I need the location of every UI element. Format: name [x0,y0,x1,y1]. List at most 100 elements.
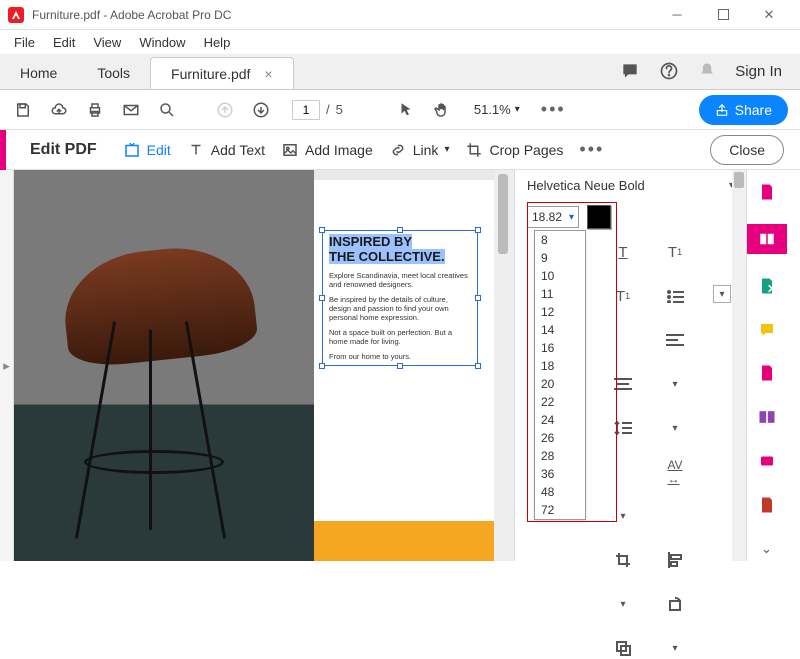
resize-handle[interactable] [319,295,325,301]
tab-document[interactable]: Furniture.pdf × [150,57,294,89]
rotate-button[interactable] [661,593,689,615]
help-icon[interactable] [659,61,679,81]
font-size-option[interactable]: 9 [535,249,585,267]
font-size-option[interactable]: 48 [535,483,585,501]
arrange-dropdown[interactable]: ▾ [661,637,689,659]
align-objects-button[interactable] [661,549,689,571]
spacer [609,329,637,351]
resize-handle[interactable] [475,227,481,233]
left-pane-toggle[interactable]: ▸ [0,170,14,561]
mail-icon[interactable] [120,99,142,121]
prev-page-icon[interactable] [214,99,236,121]
font-size-option[interactable]: 22 [535,393,585,411]
page-number-input[interactable] [292,100,320,120]
heading-line-1: INSPIRED BY [329,234,412,249]
save-icon[interactable] [12,99,34,121]
rail-combine-icon[interactable] [755,405,779,429]
font-size-option[interactable]: 20 [535,375,585,393]
menu-help[interactable]: Help [196,33,239,52]
resize-handle[interactable] [475,363,481,369]
share-button[interactable]: Share [699,95,788,125]
edit-button[interactable]: Edit [123,141,171,159]
heading-line[interactable]: INSPIRED BY THE COLLECTIVE. [329,235,471,265]
font-size-option[interactable]: 28 [535,447,585,465]
bell-icon[interactable] [697,61,717,81]
crop-tool-button[interactable] [609,549,637,571]
close-window-button[interactable]: ✕ [746,0,792,30]
add-text-button[interactable]: Add Text [187,141,265,159]
font-color-swatch[interactable] [587,205,611,229]
char-spacing-dropdown[interactable]: ▾ [609,505,637,527]
document-viewport[interactable]: INSPIRED BY THE COLLECTIVE. Explore Scan… [14,170,494,561]
zoom-dropdown[interactable]: 51.1% ▾ [467,99,527,120]
rail-edit-pdf-icon[interactable] [747,224,787,254]
font-size-option[interactable]: 10 [535,267,585,285]
crop-button[interactable]: Crop Pages [465,141,563,159]
font-family-select[interactable]: Helvetica Neue Bold [527,178,721,193]
resize-handle[interactable] [397,227,403,233]
rail-create-pdf-icon[interactable] [755,180,779,204]
subscript-button[interactable]: T1 [609,285,637,307]
comment-icon[interactable] [619,61,641,81]
menu-edit[interactable]: Edit [45,33,83,52]
font-size-input[interactable]: 18.82 ▾ [527,206,579,228]
arrange-button[interactable] [609,637,637,659]
rail-export-pdf-icon[interactable] [755,274,779,298]
font-size-dropdown[interactable]: 891011121416182022242628364872 [534,230,586,520]
rail-comment-icon[interactable] [755,318,779,342]
line-spacing-button[interactable] [609,417,637,439]
pointer-icon[interactable] [395,99,417,121]
rail-protect-icon[interactable] [755,493,779,517]
font-size-option[interactable]: 8 [535,231,585,249]
font-size-option[interactable]: 72 [535,501,585,519]
font-size-option[interactable]: 11 [535,285,585,303]
list-style-dropdown[interactable]: ▾ [713,285,731,303]
font-size-option[interactable]: 24 [535,411,585,429]
cloud-upload-icon[interactable] [48,99,70,121]
next-page-icon[interactable] [250,99,272,121]
tab-tools[interactable]: Tools [77,57,150,89]
line-spacing-dropdown[interactable]: ▾ [661,417,689,439]
hand-icon[interactable] [431,99,453,121]
font-size-option[interactable]: 16 [535,339,585,357]
font-size-option[interactable]: 12 [535,303,585,321]
align-center-button[interactable] [609,373,637,395]
link-button[interactable]: Link ▾ [389,141,450,159]
char-spacing-button[interactable]: AV↔ [661,461,689,483]
selected-text-frame[interactable]: INSPIRED BY THE COLLECTIVE. Explore Scan… [322,230,478,366]
rail-redact-icon[interactable] [755,449,779,473]
rail-organize-icon[interactable] [755,362,779,386]
bullet-list-button[interactable] [661,285,689,307]
resize-handle[interactable] [319,363,325,369]
underline-button[interactable]: T [609,241,637,263]
align-objects-dropdown[interactable]: ▾ [609,593,637,615]
resize-handle[interactable] [397,363,403,369]
image-icon [281,141,299,159]
menu-window[interactable]: Window [131,33,193,52]
font-size-option[interactable]: 14 [535,321,585,339]
tab-home[interactable]: Home [0,57,77,89]
menu-view[interactable]: View [85,33,129,52]
more-toolbar-button[interactable]: ••• [541,99,566,120]
minimize-button[interactable]: ─ [654,0,700,30]
resize-handle[interactable] [319,227,325,233]
document-scrollbar[interactable] [494,170,514,561]
more-edit-button[interactable]: ••• [579,139,604,160]
menu-file[interactable]: File [6,33,43,52]
align-left-button[interactable] [661,329,689,351]
sign-in-button[interactable]: Sign In [735,63,782,80]
tab-close-button[interactable]: × [264,66,272,82]
resize-handle[interactable] [475,295,481,301]
close-editbar-button[interactable]: Close [710,135,784,165]
font-size-option[interactable]: 18 [535,357,585,375]
superscript-button[interactable]: T1 [661,241,689,263]
search-icon[interactable] [156,99,178,121]
align-more-button[interactable]: ▾ [661,373,689,395]
print-icon[interactable] [84,99,106,121]
format-panel-scrollbar[interactable] [732,170,746,561]
maximize-button[interactable] [700,0,746,30]
rail-expand-icon[interactable]: ⌄ [755,537,779,561]
font-size-option[interactable]: 36 [535,465,585,483]
font-size-option[interactable]: 26 [535,429,585,447]
add-image-button[interactable]: Add Image [281,141,373,159]
